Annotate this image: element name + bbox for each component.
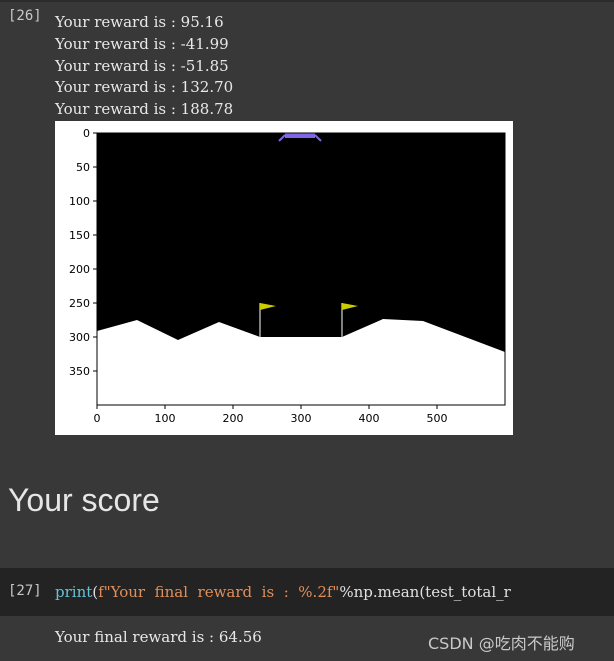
y-tick-label: 0 [83, 127, 90, 140]
x-tick-label: 0 [94, 412, 101, 425]
watermark-text: CSDN @吃肉不能购 [428, 634, 575, 653]
top-border [0, 0, 614, 2]
output-line: Your reward is : 95.16 [55, 13, 224, 31]
lander-body [285, 133, 315, 138]
code-cell-27[interactable]: [27] print(f"Your final reward is : %.2f… [0, 568, 614, 616]
y-tick-label: 100 [69, 195, 90, 208]
cell-prompt-27: [27] [8, 583, 42, 599]
y-tick-label: 300 [69, 331, 90, 344]
y-tick-label: 50 [76, 161, 90, 174]
code-string: Your final reward is : [110, 583, 299, 601]
code-fn: print [55, 583, 93, 601]
x-tick-label: 300 [291, 412, 312, 425]
markdown-heading: Your score [8, 482, 160, 518]
cell-output-26: Your reward is : 95.16 Your reward is : … [55, 12, 233, 121]
code-quote-open: " [103, 583, 111, 601]
code-line[interactable]: print(f"Your final reward is : %.2f"%np.… [55, 583, 511, 601]
x-tick-label: 200 [223, 412, 244, 425]
x-tick-label: 100 [155, 412, 176, 425]
y-tick-label: 350 [69, 365, 90, 378]
code-format: %.2f [298, 583, 333, 601]
x-tick-label: 400 [359, 412, 380, 425]
y-tick-label: 250 [69, 297, 90, 310]
output-line: Your reward is : 188.78 [55, 100, 234, 119]
y-tick-label: 150 [69, 229, 90, 242]
output-line: Your reward is : 132.70 [55, 78, 234, 97]
cell-output-27: Your final reward is : 64.56 [55, 628, 262, 646]
output-line: Your reward is : -51.85 [55, 56, 229, 75]
lunar-lander-plot: 0 100 200 300 400 500 0 50 100 150 200 250 300 350 [55, 121, 513, 435]
plot-svg: 0 100 200 300 400 500 0 50 100 150 200 250 300 350 [69, 127, 506, 425]
code-rest: %np.mean(test_total_r [339, 583, 511, 601]
cell-prompt-26: [26] [8, 8, 42, 24]
y-tick-label: 200 [69, 263, 90, 276]
x-tick-label: 500 [427, 412, 448, 425]
output-line: Your reward is : -41.99 [55, 34, 229, 53]
